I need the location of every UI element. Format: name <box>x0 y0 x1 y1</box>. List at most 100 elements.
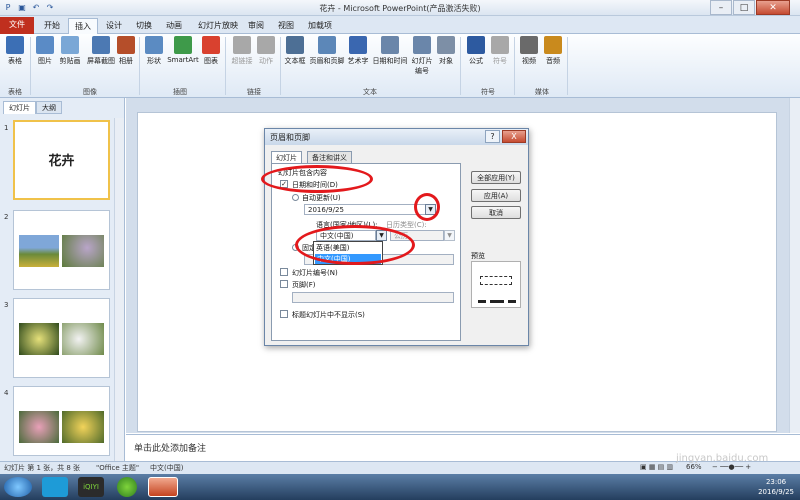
calendar-dropdown-arrow[interactable]: ▼ <box>444 230 455 241</box>
textbox-icon <box>286 36 304 54</box>
iqiyi-icon[interactable]: iQIYI <box>78 477 104 497</box>
datetime-button[interactable]: 日期和时间 <box>370 36 410 66</box>
photo-yellow-flowers <box>19 323 59 355</box>
screenshot-button[interactable]: 屏幕截图 <box>84 36 118 66</box>
slide-number: 1 <box>4 124 9 132</box>
group-label-symbols: 符号 <box>481 88 495 96</box>
language-status[interactable]: 中文(中国) <box>150 463 183 473</box>
picture-button[interactable]: 图片 <box>34 36 56 66</box>
slide-number-icon <box>413 36 431 54</box>
slide-thumbnail-3[interactable] <box>13 298 110 378</box>
360-browser-icon[interactable] <box>117 477 137 497</box>
annotation-ellipse-language <box>295 225 415 265</box>
action-button[interactable]: 动作 <box>256 36 276 66</box>
chart-button[interactable]: 图表 <box>201 36 221 66</box>
group-label-media: 媒体 <box>535 88 549 96</box>
apply-button[interactable]: 应用(A) <box>471 189 521 202</box>
view-normal-icon[interactable]: ▣ ▦ ▤ ▥ <box>640 463 673 471</box>
table-button[interactable]: 表格 <box>3 36 27 66</box>
action-icon <box>257 36 275 54</box>
group-label-images: 图像 <box>83 88 97 96</box>
header-footer-button[interactable]: 页眉和页脚 <box>307 36 347 66</box>
equation-button[interactable]: 公式 <box>465 36 487 66</box>
tab-transitions[interactable]: 切换 <box>130 18 158 34</box>
calendar-icon <box>381 36 399 54</box>
system-clock[interactable]: 23:06 2016/9/25 <box>758 477 794 497</box>
slide-number-label: 幻灯片编号(N) <box>292 269 338 277</box>
zoom-slider[interactable]: − ──●── + <box>712 463 751 471</box>
preview-footer-mark-center <box>490 300 504 303</box>
dialog-close-button[interactable]: X <box>502 130 526 143</box>
symbol-button[interactable]: 符号 <box>489 36 511 66</box>
hyperlink-icon <box>233 36 251 54</box>
slide-thumbnail-1[interactable]: 花卉 <box>13 120 110 200</box>
browser-icon[interactable] <box>42 477 68 497</box>
shapes-button[interactable]: 形状 <box>143 36 165 66</box>
tab-home[interactable]: 开始 <box>38 18 66 34</box>
tab-design[interactable]: 设计 <box>100 18 128 34</box>
photo-album-icon <box>117 36 135 54</box>
hyperlink-button[interactable]: 超链接 <box>228 36 256 66</box>
footer-label: 页脚(F) <box>292 281 316 289</box>
editor-scrollbar[interactable] <box>789 98 800 433</box>
ribbon-tabs: 文件 开始 插入 设计 切换 动画 幻灯片放映 审阅 视图 加载项 <box>0 16 800 34</box>
start-button[interactable] <box>4 477 32 497</box>
photo-yellow-blossoms <box>62 411 104 443</box>
hide-title-label: 标题幻灯片中不显示(S) <box>292 311 365 319</box>
close-window-button[interactable]: ✕ <box>756 0 790 15</box>
maximize-button[interactable]: □ <box>733 0 755 15</box>
slide-info: 幻灯片 第 1 张，共 8 张 <box>4 464 81 472</box>
table-icon <box>6 36 24 54</box>
footer-checkbox[interactable] <box>280 280 288 288</box>
wordart-icon <box>349 36 367 54</box>
powerpoint-taskbar-icon[interactable] <box>148 477 178 497</box>
slide-number-button[interactable]: 幻灯片 编号 <box>409 36 435 76</box>
notes-placeholder: 单击此处添加备注 <box>134 444 207 454</box>
screenshot-icon <box>92 36 110 54</box>
preview-pane <box>471 261 521 308</box>
object-button[interactable]: 对象 <box>435 36 457 66</box>
slide-number: 4 <box>4 389 9 397</box>
apply-all-button[interactable]: 全部应用(Y) <box>471 171 521 184</box>
photo-field <box>19 235 59 267</box>
tab-addins[interactable]: 加载项 <box>302 18 338 34</box>
clipart-button[interactable]: 剪贴画 <box>56 36 84 66</box>
pi-icon <box>467 36 485 54</box>
date-format-select[interactable]: 2016/9/25 <box>304 204 426 215</box>
ribbon: 表格 图片 剪贴画 屏幕截图 相册 形状 SmartArt 图表 超链接 动作 … <box>0 34 800 98</box>
tab-file[interactable]: 文件 <box>0 17 34 34</box>
window-title: 花卉 - Microsoft PowerPoint(产品激活失败) <box>319 4 481 13</box>
tab-view[interactable]: 视图 <box>272 18 300 34</box>
film-reel-icon <box>520 36 538 54</box>
header-footer-dialog: 页眉和页脚 ? X 幻灯片 备注和讲义 幻灯片包含内容 ✓ 日期和时间(D) 自… <box>261 128 529 346</box>
wordart-button[interactable]: 艺术字 <box>346 36 370 66</box>
smartart-button[interactable]: SmartArt <box>165 36 201 64</box>
zoom-level[interactable]: 66% <box>686 463 702 471</box>
watermark: jingyan.baidu.com <box>676 453 769 464</box>
tab-insert[interactable]: 插入 <box>68 18 98 34</box>
title-bar: P ▣ ↶ ↷ 花卉 - Microsoft PowerPoint(产品激活失败… <box>0 0 800 16</box>
photo-pink-flowers <box>19 411 59 443</box>
footer-input[interactable] <box>292 292 454 303</box>
speaker-icon <box>544 36 562 54</box>
tab-outline[interactable]: 大纲 <box>36 101 62 114</box>
tab-review[interactable]: 审阅 <box>242 18 270 34</box>
chart-icon <box>202 36 220 54</box>
cancel-button[interactable]: 取消 <box>471 206 521 219</box>
hide-title-checkbox[interactable] <box>280 310 288 318</box>
tab-animations[interactable]: 动画 <box>160 18 188 34</box>
audio-button[interactable]: 音频 <box>542 36 564 66</box>
video-button[interactable]: 视频 <box>518 36 540 66</box>
slide-thumbnail-4[interactable] <box>13 386 110 456</box>
tab-slides[interactable]: 幻灯片 <box>3 101 36 114</box>
textbox-button[interactable]: 文本框 <box>283 36 307 66</box>
slides-scrollbar[interactable] <box>114 118 124 461</box>
slide-thumbnail-2[interactable] <box>13 210 110 290</box>
picture-icon <box>36 36 54 54</box>
auto-update-radio[interactable] <box>292 194 299 201</box>
tab-slideshow[interactable]: 幻灯片放映 <box>192 18 244 34</box>
minimize-button[interactable]: – <box>710 0 732 15</box>
photo-album-button[interactable]: 相册 <box>116 36 136 66</box>
slide-number-checkbox[interactable] <box>280 268 288 276</box>
help-button[interactable]: ? <box>485 130 500 143</box>
